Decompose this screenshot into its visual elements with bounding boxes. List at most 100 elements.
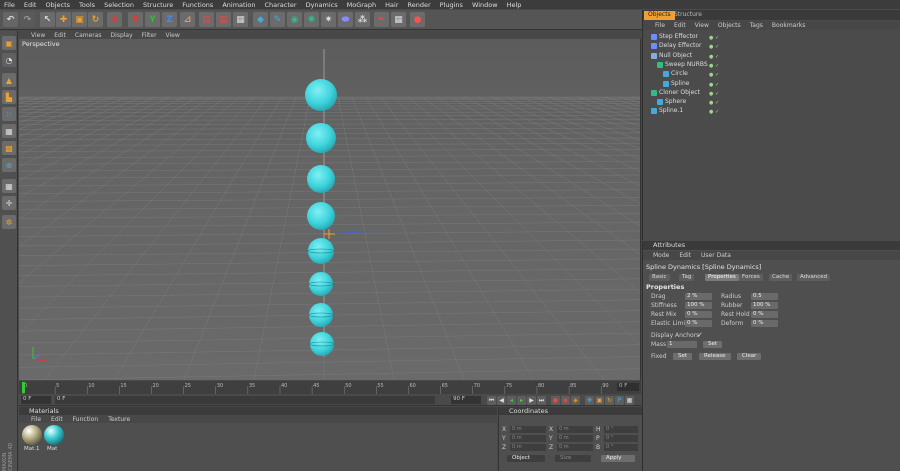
recent-tool-icon[interactable]: ✱ [107,12,122,27]
object-name[interactable]: Cloner Object [659,89,700,96]
tab-structure[interactable]: Structure [670,11,706,20]
object-row[interactable]: Spline ● ✓ [643,80,900,89]
visibility-check-icon[interactable]: ● ✓ [709,35,719,41]
live-select-icon[interactable]: ↖ [40,12,55,27]
spline-pen-icon[interactable]: ✎ [270,12,285,27]
om-menu-edit[interactable]: Edit [674,22,686,29]
object-name[interactable]: Spline [671,80,689,87]
prev-key-icon[interactable]: ◀ [497,396,506,405]
play-icon[interactable]: ▸ [517,396,526,405]
x-axis-icon[interactable]: X [128,12,143,27]
go-start-icon[interactable]: ⏮ [487,396,496,405]
object-row[interactable]: Step Effector ● ✓ [643,33,900,42]
key-position-icon[interactable]: ✥ [585,396,594,405]
om-menu-tags[interactable]: Tags [750,22,763,29]
points-mode-icon[interactable]: ⁙ [2,107,16,121]
at-menu-user-data[interactable]: User Data [701,252,731,259]
menu-edit[interactable]: Edit [24,1,37,9]
viewport-menu-display-3[interactable]: Display [111,32,133,39]
menu-plugins[interactable]: Plugins [440,1,463,9]
viewport[interactable]: Perspective ✥ ⇕ ⟲ ▢ [19,39,641,380]
tweak-mode-icon[interactable]: ▦ [2,179,16,193]
coord-p-rotation[interactable]: 0 ° [604,435,638,442]
coord-apply-button[interactable]: Apply [601,455,635,462]
mass-set-button[interactable]: Set [703,341,723,348]
sphere-clone[interactable] [307,165,335,193]
elastic-limit-field[interactable]: 0 % [685,320,712,327]
coord-z-position[interactable]: 0 m [510,444,546,451]
make-editable-icon[interactable]: ▣ [2,36,16,50]
camera-icon[interactable]: ✒ [374,12,389,27]
display-anchors-checkbox[interactable]: ✓ [697,331,703,339]
environment-icon[interactable]: ⁂ [355,12,370,27]
om-menu-objects[interactable]: Objects [718,22,741,29]
object-name[interactable]: Circle [671,70,688,77]
coord-y-position[interactable]: 0 m [510,435,546,442]
menu-structure[interactable]: Structure [143,1,173,9]
autokey-icon[interactable]: ◉ [561,396,570,405]
object-mode-icon[interactable]: ▲ [2,73,16,87]
tab-properties[interactable]: Properties [705,274,739,281]
om-menu-file[interactable]: File [655,22,665,29]
object-name[interactable]: Delay Effector [659,42,702,49]
axis-mode-icon[interactable]: ⊕ [2,158,16,172]
sphere-clone[interactable] [307,202,335,230]
menu-dynamics[interactable]: Dynamics [306,1,338,9]
tab-basic[interactable]: Basic [649,274,670,281]
om-menu-view[interactable]: View [695,22,709,29]
menu-animation[interactable]: Animation [222,1,255,9]
at-menu-mode[interactable]: Mode [653,252,669,259]
sphere-clone[interactable] [310,332,334,356]
object-row[interactable]: Delay Effector ● ✓ [643,42,900,51]
sphere-clone[interactable] [308,238,334,264]
key-parameter-icon[interactable]: P [615,396,624,405]
sphere-clone[interactable] [306,123,336,153]
texture-mode-icon[interactable]: ▙ [2,90,16,104]
frame-range-slider[interactable]: 0 F [55,396,435,404]
coord-x-position[interactable]: 0 m [510,426,546,433]
key-pla-icon[interactable]: ▦ [625,396,634,405]
coord-z-size[interactable]: 0 m [557,444,593,451]
playhead[interactable] [22,382,25,393]
edges-mode-icon[interactable]: ▦ [2,124,16,138]
materials-menu-function[interactable]: Function [73,416,99,423]
timeline[interactable]: 0 5 10 15 20 25 30 35 40 45 50 55 60 65 70 75 80 85 90 0 F [19,381,641,394]
viewport-menu-cameras-2[interactable]: Cameras [75,32,102,39]
snap-icon[interactable]: ✛ [2,196,16,210]
key-scale-icon[interactable]: ▣ [595,396,604,405]
coord-x-size[interactable]: 0 m [557,426,593,433]
redo-icon[interactable]: ↷ [20,12,35,27]
mass-field[interactable]: 1 [667,341,697,348]
polygons-mode-icon[interactable]: ▩ [2,141,16,155]
play-back-icon[interactable]: ◂ [507,396,516,405]
coord-y-size[interactable]: 0 m [557,435,593,442]
visibility-check-icon[interactable]: ● ✓ [709,63,719,69]
timeline-ruler[interactable]: 0 5 10 15 20 25 30 35 40 45 50 55 60 65 70 75 80 85 90 [19,381,617,394]
keyframe-selection-icon[interactable]: ◈ [571,396,580,405]
menu-objects[interactable]: Objects [45,1,70,9]
deform-field[interactable]: 0 % [751,320,778,327]
menu-file[interactable]: File [4,1,15,9]
menu-hair[interactable]: Hair [385,1,398,9]
visibility-check-icon[interactable]: ● ✓ [709,82,719,88]
viewport-menu-edit-1[interactable]: Edit [54,32,66,39]
viewport-menu-view-5[interactable]: View [166,32,180,39]
current-frame-field[interactable]: 0 F [21,396,51,404]
object-row[interactable]: Spline.1 ● ✓ [643,107,900,116]
object-name[interactable]: Step Effector [659,33,698,40]
key-rotation-icon[interactable]: ↻ [605,396,614,405]
material-icon[interactable]: ● [410,12,425,27]
sphere-clone[interactable] [309,303,333,327]
fixed-set-button[interactable]: Set [673,353,693,360]
object-row[interactable]: Null Object ● ✓ [643,52,900,61]
materials-menu-texture[interactable]: Texture [108,416,130,423]
visibility-check-icon[interactable]: ● ✓ [709,91,719,97]
rotate-icon[interactable]: ↻ [88,12,103,27]
object-name[interactable]: Sweep NURBS [665,61,708,68]
object-name[interactable]: Spline.1 [659,107,683,114]
tab-forces[interactable]: Forces [739,274,763,281]
object-row[interactable]: Sphere ● ✓ [643,98,900,107]
workplane-icon[interactable]: ✲ [2,215,16,229]
render-picture-viewer-icon[interactable]: ▤ [216,12,231,27]
record-icon[interactable]: ● [551,396,560,405]
